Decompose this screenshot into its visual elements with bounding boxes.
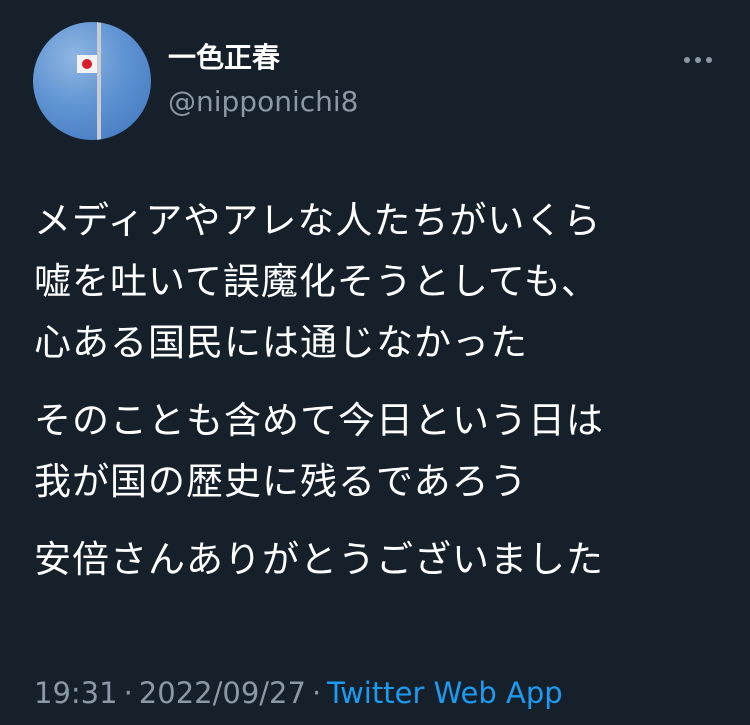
avatar[interactable]: [33, 22, 151, 140]
tweet-time[interactable]: 19:31: [34, 676, 118, 710]
more-horizontal-icon: [684, 57, 712, 63]
tweet-line: メディアやアレな人たちがいくら: [34, 199, 602, 242]
tweet-source-link[interactable]: Twitter Web App: [327, 676, 563, 710]
tweet-line: そのことも含めて今日という日は: [34, 399, 604, 442]
flag-icon: [77, 22, 101, 140]
tweet-paragraph: メディアやアレな人たちがいくら 嘘を吐いて誤魔化そうとしても、 心ある国民には通…: [34, 190, 724, 373]
tweet-meta: 19:31 · 2022/09/27 · Twitter Web App: [34, 673, 563, 713]
tweet-line: 安倍さんありがとうございました: [34, 538, 604, 581]
tweet-line: 我が国の歴史に残るであろう: [34, 460, 528, 503]
separator: ·: [311, 676, 322, 710]
display-name[interactable]: 一色正春: [168, 38, 280, 78]
separator: ·: [123, 676, 133, 710]
user-handle[interactable]: @nipponichi8: [168, 82, 358, 122]
tweet-text: メディアやアレな人たちがいくら 嘘を吐いて誤魔化そうとしても、 心ある国民には通…: [34, 190, 724, 607]
tweet-card: 一色正春 @nipponichi8 メディアやアレな人たちがいくら 嘘を吐いて誤…: [0, 0, 750, 725]
tweet-line: 心ある国民には通じなかった: [34, 321, 528, 364]
tweet-date[interactable]: 2022/09/27: [139, 676, 306, 710]
tweet-line: 嘘を吐いて誤魔化そうとしても、: [34, 260, 599, 303]
more-button[interactable]: [680, 42, 716, 78]
tweet-paragraph: そのことも含めて今日という日は 我が国の歴史に残るであろう: [34, 390, 724, 512]
tweet-paragraph: 安倍さんありがとうございました: [34, 529, 724, 590]
